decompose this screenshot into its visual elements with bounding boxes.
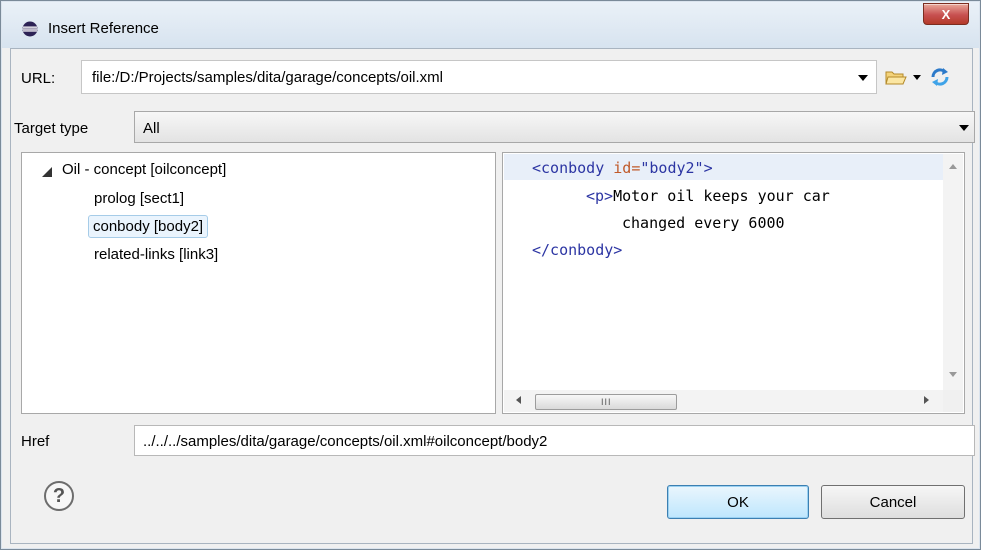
target-tree[interactable]: Oil - concept [oilconcept] prolog [sect1…: [21, 152, 496, 414]
code-tag: <conbody: [532, 159, 605, 177]
tree-item-prolog[interactable]: prolog [sect1]: [94, 190, 184, 207]
scroll-down-icon[interactable]: [949, 372, 957, 377]
ok-button[interactable]: OK: [667, 485, 809, 519]
dialog-title: Insert Reference: [48, 20, 159, 37]
expand-toggle-icon[interactable]: [42, 167, 52, 177]
code-line-2: <p>Motor oil keeps your car: [586, 187, 924, 205]
chevron-down-icon[interactable]: [858, 75, 868, 81]
cancel-button[interactable]: Cancel: [821, 485, 965, 519]
horizontal-scrollbar[interactable]: III: [504, 390, 944, 412]
code-line-1: <conbody id="body2">: [532, 159, 713, 177]
browse-folder-icon[interactable]: [885, 68, 907, 86]
scroll-up-icon[interactable]: [949, 164, 957, 169]
tree-item-root[interactable]: Oil - concept [oilconcept]: [62, 161, 226, 178]
help-icon: ?: [52, 484, 66, 507]
close-button[interactable]: X: [923, 3, 969, 25]
ok-label: OK: [727, 493, 749, 511]
close-icon: X: [941, 6, 951, 22]
url-combo[interactable]: file:/D:/Projects/samples/dita/garage/co…: [81, 60, 877, 94]
code-text: Motor oil keeps your car: [613, 187, 830, 205]
source-preview[interactable]: <conbody id="body2"> <p>Motor oil keeps …: [502, 152, 965, 414]
target-type-value: All: [143, 120, 160, 137]
insert-reference-dialog: Insert Reference X URL: file:/D:/Project…: [0, 0, 981, 550]
refresh-icon[interactable]: [929, 66, 951, 88]
scroll-left-icon[interactable]: [516, 396, 521, 404]
code-tag: </conbody>: [532, 241, 623, 259]
url-label: URL:: [21, 70, 56, 87]
href-label: Href: [21, 433, 50, 450]
eclipse-app-icon: [22, 21, 38, 37]
chevron-down-icon[interactable]: [959, 125, 969, 131]
tree-item-related-links[interactable]: related-links [link3]: [94, 246, 218, 263]
code-tag-close: >: [703, 159, 713, 177]
dialog-content: URL: file:/D:/Projects/samples/dita/gara…: [10, 48, 975, 544]
url-value: file:/D:/Projects/samples/dita/garage/co…: [92, 69, 443, 86]
target-type-select[interactable]: All: [134, 111, 975, 143]
code-text: changed every 6000: [622, 214, 785, 232]
vertical-scrollbar[interactable]: [943, 154, 963, 390]
target-type-label: Target type: [14, 120, 89, 137]
scroll-right-icon[interactable]: [924, 396, 929, 404]
code-line-4: </conbody>: [532, 241, 622, 259]
scroll-grip: III: [601, 397, 612, 407]
tree-item-conbody[interactable]: conbody [body2]: [88, 215, 209, 238]
horizontal-scroll-thumb[interactable]: III: [535, 394, 677, 410]
scroll-corner: [943, 390, 963, 412]
href-value: ../../../samples/dita/garage/concepts/oi…: [143, 433, 548, 450]
browse-dropdown-icon[interactable]: [913, 75, 921, 80]
code-line-3: changed every 6000: [622, 214, 785, 232]
href-field[interactable]: ../../../samples/dita/garage/concepts/oi…: [134, 425, 975, 456]
code-attr-value: "body2": [640, 159, 704, 177]
code-tag: <p>: [586, 187, 614, 205]
help-button[interactable]: ?: [44, 481, 74, 511]
code-attr: id=: [604, 159, 641, 177]
cancel-label: Cancel: [869, 493, 917, 511]
title-bar[interactable]: Insert Reference X: [2, 2, 979, 48]
